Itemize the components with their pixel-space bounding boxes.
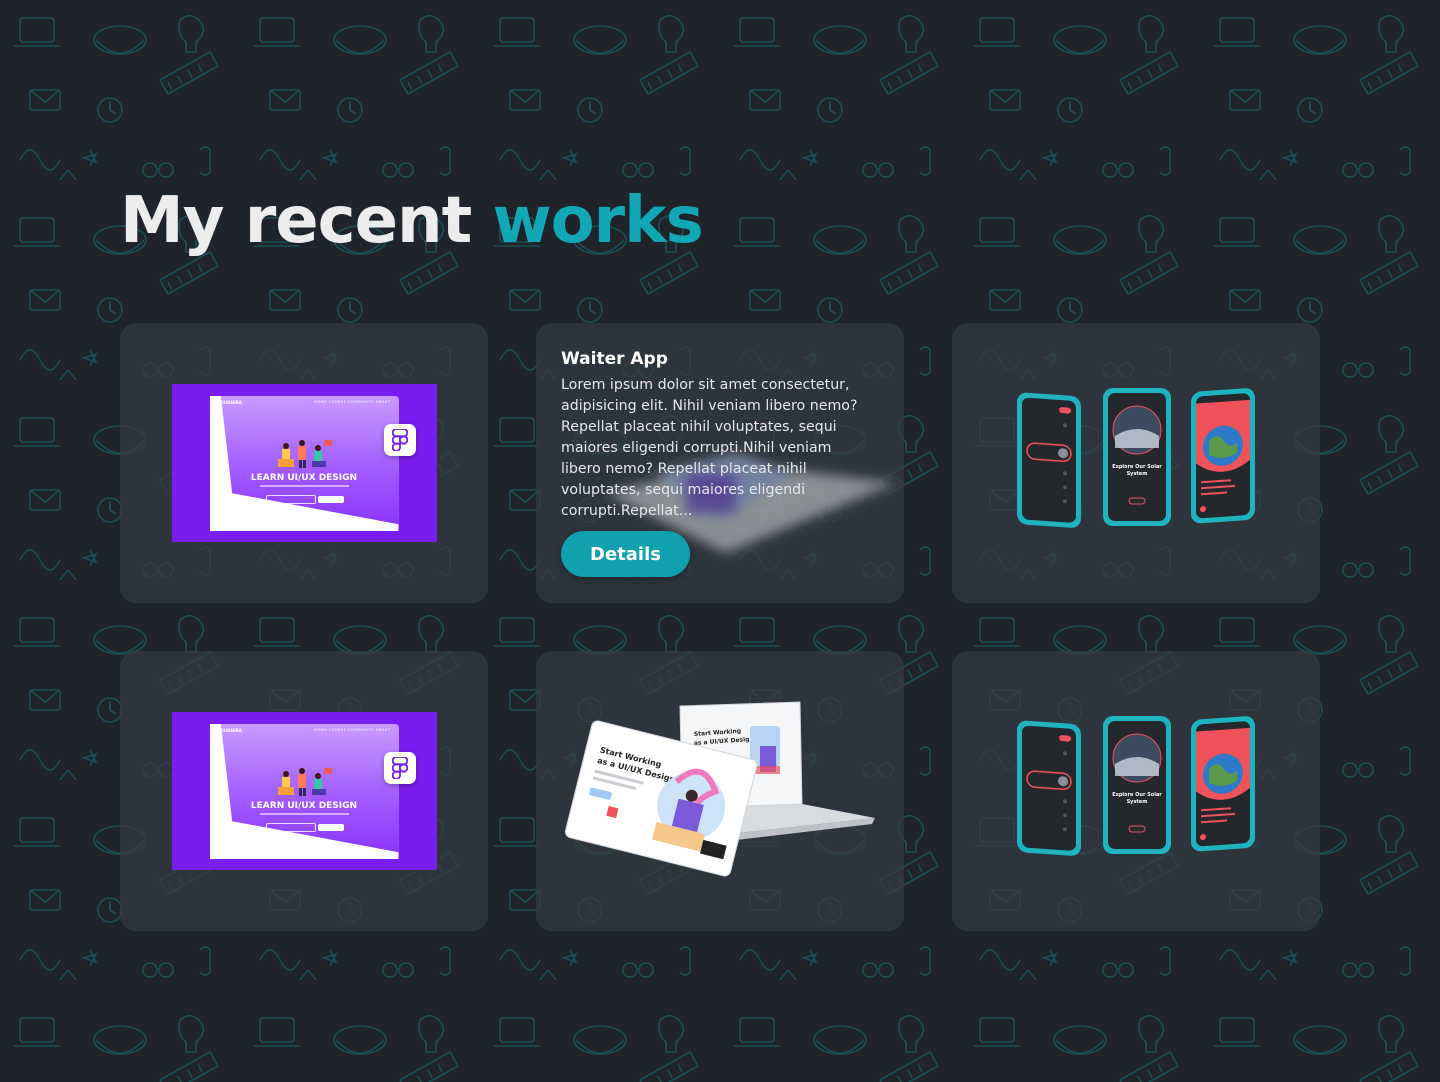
illustration-people-icon xyxy=(277,768,332,796)
details-button[interactable]: Details xyxy=(561,531,690,577)
heading-accent-text: works xyxy=(492,184,703,258)
svg-text:Explore Our Solar: Explore Our Solar xyxy=(1112,464,1162,470)
svg-text:Explore Our Solar: Explore Our Solar xyxy=(1112,792,1162,798)
section-heading: My recent works xyxy=(120,184,704,259)
project-thumbnail-phones: Explore Our Solar System xyxy=(1017,716,1255,856)
heading-text: My recent xyxy=(120,184,472,258)
works-grid: COURSERA HOME COURSE COMMUNITY ABOUT LEA… xyxy=(120,323,1320,931)
project-card[interactable]: COURSERA HOME COURSE COMMUNITY ABOUT LEA… xyxy=(120,651,488,931)
project-card[interactable]: Explore Our Solar System xyxy=(952,651,1320,931)
project-card[interactable]: Explore Our Solar System xyxy=(952,323,1320,603)
project-title: Waiter App xyxy=(561,349,668,369)
figma-icon xyxy=(383,752,416,784)
project-thumbnail: COURSERA HOME COURSE COMMUNITY ABOUT LEA… xyxy=(171,384,437,542)
svg-text:System: System xyxy=(1127,471,1148,477)
illustration-people-icon xyxy=(277,440,332,468)
project-description: Lorem ipsum dolor sit amet consectetur, … xyxy=(561,377,858,519)
mock-headline: LEARN UI/UX DESIGN xyxy=(250,801,358,811)
project-card-waiter-app[interactable]: Waiter App Lorem ipsum dolor sit amet co… xyxy=(536,323,904,603)
project-card[interactable]: COURSERA HOME COURSE COMMUNITY ABOUT LEA… xyxy=(120,323,488,603)
project-thumbnail-laptop: Start Working as a UI/UX Designer Start … xyxy=(564,701,875,877)
project-card[interactable]: Start Working as a UI/UX Designer Start … xyxy=(536,651,904,931)
project-thumbnail-phones: Explore Our Solar System xyxy=(1017,388,1255,528)
svg-text:System: System xyxy=(1127,799,1148,805)
mock-headline: LEARN UI/UX DESIGN xyxy=(250,473,358,483)
figma-icon xyxy=(383,424,416,456)
project-thumbnail: COURSERA HOME COURSE COMMUNITY ABOUT LEA… xyxy=(171,712,437,870)
